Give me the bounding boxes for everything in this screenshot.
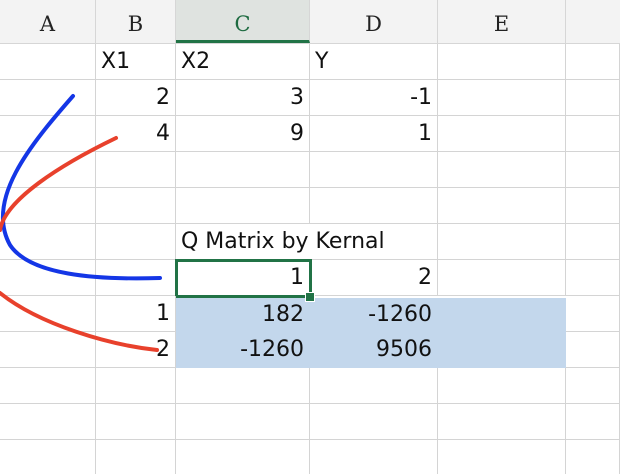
cell-e12[interactable] xyxy=(438,440,566,474)
cell-d11[interactable] xyxy=(310,404,438,440)
cell-b12[interactable] xyxy=(96,440,176,474)
column-header-d[interactable]: D xyxy=(310,0,438,43)
cell-b3[interactable]: 4 xyxy=(96,116,176,152)
cell-a5[interactable] xyxy=(0,188,96,224)
cell-a8[interactable] xyxy=(0,296,96,332)
cell-d5[interactable] xyxy=(310,188,438,224)
cell-f2[interactable] xyxy=(566,80,620,116)
cell-d10[interactable] xyxy=(310,368,438,404)
cell-f11[interactable] xyxy=(566,404,620,440)
cell-b1[interactable]: X1 xyxy=(96,44,176,80)
column-header-e[interactable]: E xyxy=(438,0,566,43)
cell-a7[interactable] xyxy=(0,260,96,296)
cell-a10[interactable] xyxy=(0,368,96,404)
cell-f1[interactable] xyxy=(566,44,620,80)
cell-a9[interactable] xyxy=(0,332,96,368)
cell-f12[interactable] xyxy=(566,440,620,474)
column-header-c[interactable]: C xyxy=(176,0,310,43)
cell-d3[interactable]: 1 xyxy=(310,116,438,152)
cell-a3[interactable] xyxy=(0,116,96,152)
cell-b11[interactable] xyxy=(96,404,176,440)
cell-c7-active[interactable]: 1 xyxy=(175,259,312,298)
cell-a12[interactable] xyxy=(0,440,96,474)
cell-f6[interactable] xyxy=(566,224,620,260)
cell-a4[interactable] xyxy=(0,152,96,188)
cell-a1[interactable] xyxy=(0,44,96,80)
spreadsheet-grid[interactable]: A B C D E X1 X2 Y 2 3 -1 4 9 1 Q Matrix … xyxy=(0,0,620,474)
cell-e5[interactable] xyxy=(438,188,566,224)
cell-f8[interactable] xyxy=(566,296,620,332)
cell-c12[interactable] xyxy=(176,440,310,474)
cell-e11[interactable] xyxy=(438,404,566,440)
cell-c4[interactable] xyxy=(176,152,310,188)
cell-c11[interactable] xyxy=(176,404,310,440)
cell-c10[interactable] xyxy=(176,368,310,404)
cell-e7[interactable] xyxy=(438,260,566,296)
cell-a2[interactable] xyxy=(0,80,96,116)
cell-e4[interactable] xyxy=(438,152,566,188)
cell-d6[interactable] xyxy=(310,224,438,260)
cell-b4[interactable] xyxy=(96,152,176,188)
cell-e1[interactable] xyxy=(438,44,566,80)
cell-c8[interactable]: 182 xyxy=(176,298,310,332)
column-header-a[interactable]: A xyxy=(0,0,96,43)
cell-f9[interactable] xyxy=(566,332,620,368)
cell-e10[interactable] xyxy=(438,368,566,404)
cell-c6[interactable]: Q Matrix by Kernal xyxy=(176,224,385,260)
cell-d2[interactable]: -1 xyxy=(310,80,438,116)
column-header-row: A B C D E xyxy=(0,0,620,44)
cell-e6[interactable] xyxy=(438,224,566,260)
cell-b6[interactable] xyxy=(96,224,176,260)
cell-a11[interactable] xyxy=(0,404,96,440)
cell-f10[interactable] xyxy=(566,368,620,404)
column-header-b[interactable]: B xyxy=(96,0,176,43)
cell-d1[interactable]: Y xyxy=(310,44,438,80)
cell-e8[interactable] xyxy=(438,298,566,332)
cell-f3[interactable] xyxy=(566,116,620,152)
cell-f5[interactable] xyxy=(566,188,620,224)
cell-f7[interactable] xyxy=(566,260,620,296)
cell-a6[interactable] xyxy=(0,224,96,260)
fill-handle[interactable] xyxy=(305,292,315,302)
cell-e9[interactable] xyxy=(438,332,566,368)
cell-b9[interactable]: 2 xyxy=(96,332,176,368)
cell-d4[interactable] xyxy=(310,152,438,188)
cell-b5[interactable] xyxy=(96,188,176,224)
column-header-f[interactable] xyxy=(566,0,620,43)
cell-f4[interactable] xyxy=(566,152,620,188)
cell-e2[interactable] xyxy=(438,80,566,116)
cell-e3[interactable] xyxy=(438,116,566,152)
cell-c2[interactable]: 3 xyxy=(176,80,310,116)
cell-c3[interactable]: 9 xyxy=(176,116,310,152)
cell-c5[interactable] xyxy=(176,188,310,224)
cell-b10[interactable] xyxy=(96,368,176,404)
cell-b2[interactable]: 2 xyxy=(96,80,176,116)
cell-d7[interactable]: 2 xyxy=(312,260,438,296)
cell-c1[interactable]: X2 xyxy=(176,44,310,80)
cell-d9[interactable]: 9506 xyxy=(310,332,438,368)
cell-d12[interactable] xyxy=(310,440,438,474)
cell-b7[interactable] xyxy=(96,260,176,296)
cell-c9[interactable]: -1260 xyxy=(176,332,310,368)
cell-d8[interactable]: -1260 xyxy=(310,298,438,332)
cell-b8[interactable]: 1 xyxy=(96,296,176,332)
